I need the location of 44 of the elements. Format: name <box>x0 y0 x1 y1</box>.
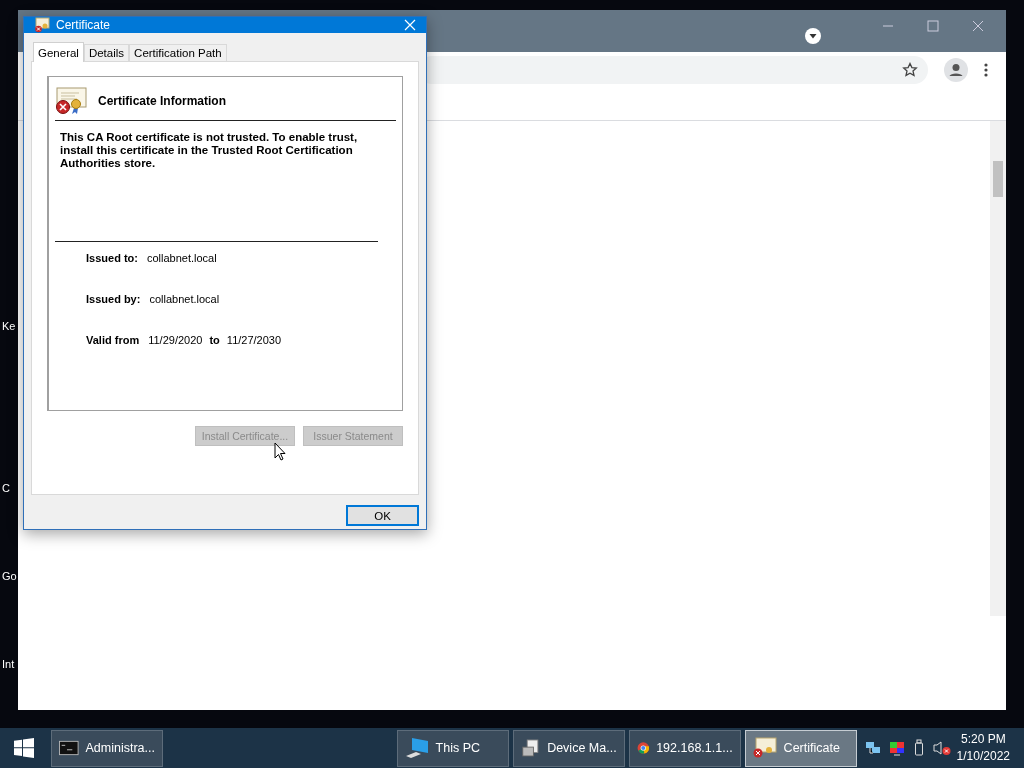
clock-time[interactable]: 5:20 PM <box>960 731 1006 748</box>
star-icon[interactable] <box>902 62 918 78</box>
cursor-icon <box>274 442 286 461</box>
certificate-error-icon <box>752 737 777 759</box>
usb-drive-icon[interactable] <box>912 739 925 757</box>
window-title: Certificate <box>56 18 112 32</box>
section-heading: Certificate Information <box>98 94 226 108</box>
download-icon[interactable] <box>805 28 821 44</box>
scrollbar[interactable] <box>990 121 1006 616</box>
desktop-icon-label[interactable]: Ke <box>2 320 16 332</box>
certificate-icon <box>34 17 50 33</box>
certificate-error-icon <box>55 87 87 115</box>
field-value: 11/29/2020 <box>148 334 203 346</box>
desktop-icon-label[interactable]: Go <box>2 570 17 582</box>
console-icon <box>59 740 79 756</box>
close-icon[interactable] <box>972 20 984 32</box>
tab[interactable]: Certification Path <box>129 44 227 61</box>
taskbar-button[interactable]: 192.168.1.1... <box>628 729 741 767</box>
profile-icon[interactable] <box>944 58 968 82</box>
taskbar-button[interactable]: Device Ma... <box>512 729 625 767</box>
computer-icon <box>404 737 429 759</box>
network-icon[interactable] <box>864 740 881 756</box>
taskbar-button[interactable]: Administra... <box>51 729 163 767</box>
taskbar-button[interactable]: Certificate <box>744 729 857 767</box>
field-label: to <box>209 334 220 346</box>
trust-message: This CA Root certificate is not trusted. To enable trust, install this certificate in the Trusted Root Certification Authorities store. <box>55 131 378 242</box>
field-value: collabnet.local <box>146 252 217 264</box>
printer-icon <box>520 737 541 759</box>
desktop-icon-label[interactable]: Int <box>2 658 15 670</box>
taskbar-button[interactable]: This PC <box>396 729 509 767</box>
field-label: Issued to: <box>86 252 138 264</box>
speaker-muted-icon[interactable] <box>932 740 951 756</box>
tab[interactable]: General <box>33 42 84 62</box>
clock-date[interactable]: 1/10/2022 <box>956 748 1010 765</box>
field-value: 11/27/2030 <box>226 334 282 346</box>
field-value: collabnet.local <box>149 293 220 305</box>
windows-logo-icon[interactable] <box>14 738 34 758</box>
tab[interactable]: Details <box>83 44 130 61</box>
display-icon[interactable] <box>888 740 905 756</box>
menu-icon[interactable] <box>984 62 988 78</box>
desktop-icon-label[interactable]: C <box>2 482 10 494</box>
field-label: Issued by: <box>86 293 141 305</box>
ok-button[interactable]: OK <box>346 505 419 526</box>
field-label: Valid from <box>86 334 140 346</box>
